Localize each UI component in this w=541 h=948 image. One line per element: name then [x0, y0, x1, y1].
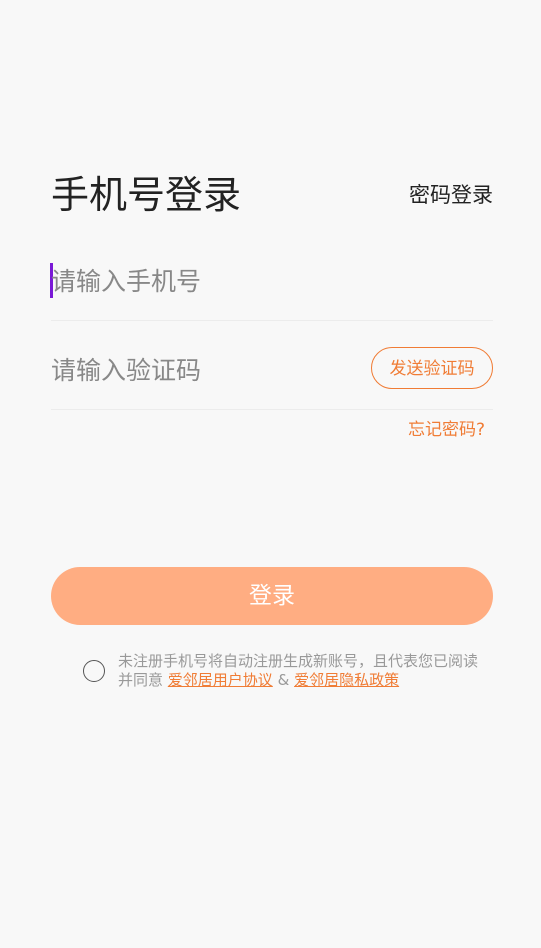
agreement: 未注册手机号将自动注册生成新账号，且代表您已阅读并同意 爱邻居用户协议 & 爱邻…: [83, 652, 483, 696]
code-field: 发送验证码: [51, 339, 493, 410]
header: 手机号登录 密码登录: [51, 172, 493, 218]
send-code-button[interactable]: 发送验证码: [371, 347, 493, 389]
phone-field: [50, 250, 493, 321]
login-button[interactable]: 登录: [51, 567, 493, 625]
agree-checkbox[interactable]: [83, 660, 105, 682]
page-title: 手机号登录: [51, 173, 242, 217]
agreement-text: 未注册手机号将自动注册生成新账号，且代表您已阅读并同意 爱邻居用户协议 & 爱邻…: [118, 652, 483, 690]
user-agreement-link[interactable]: 爱邻居用户协议: [168, 671, 273, 689]
privacy-policy-link[interactable]: 爱邻居隐私政策: [294, 671, 399, 689]
verification-code-input[interactable]: [51, 350, 351, 390]
password-login-link[interactable]: 密码登录: [409, 182, 493, 208]
forgot-password-link[interactable]: 忘记密码?: [408, 418, 485, 442]
phone-input[interactable]: [51, 261, 351, 301]
agreement-separator: &: [277, 671, 290, 689]
